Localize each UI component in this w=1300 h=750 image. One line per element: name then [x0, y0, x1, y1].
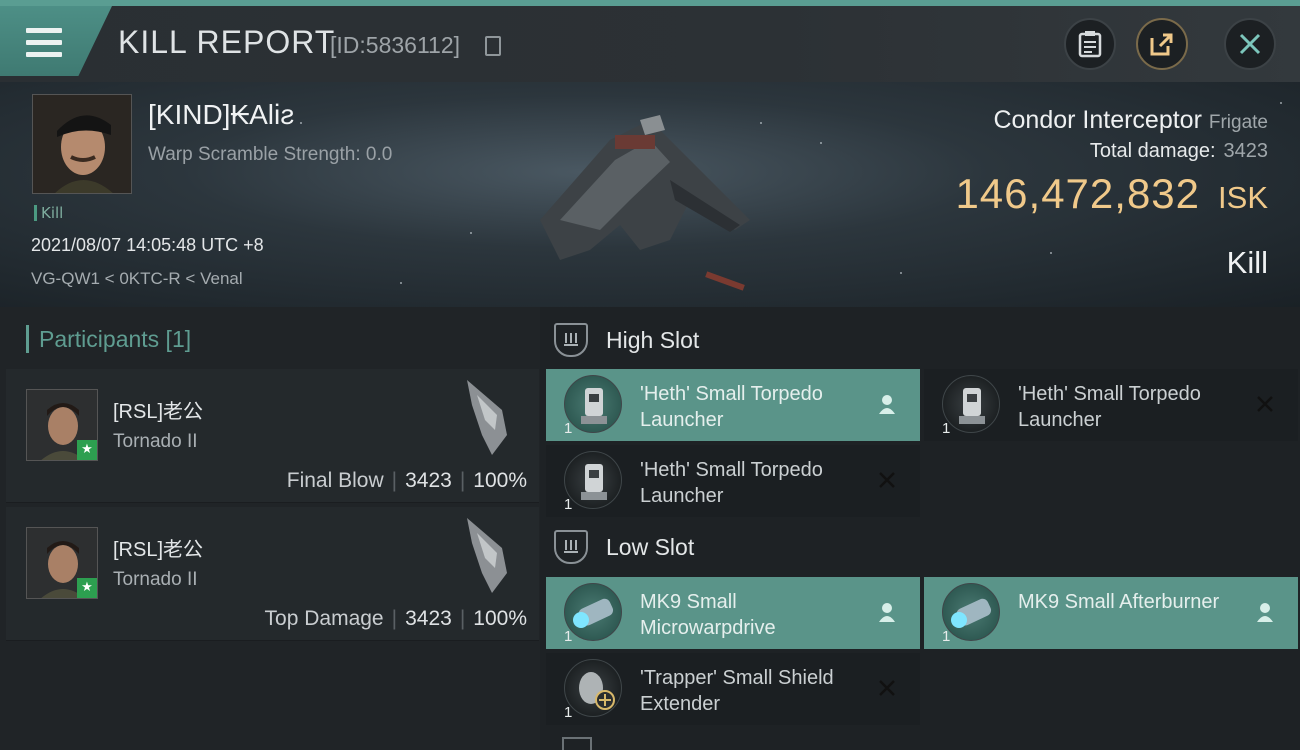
kill-type-tag: Kill — [34, 205, 63, 221]
close-icon — [1239, 33, 1261, 55]
page-title: KILL REPORT — [118, 24, 336, 60]
module-qty: 1 — [942, 628, 951, 645]
clipboard-button[interactable] — [1064, 18, 1116, 70]
participant-ship: Tornado II — [113, 431, 198, 452]
participant-name: [RSL]老公 — [113, 401, 204, 423]
module-name: 'Trapper' Small Shield Extender — [640, 667, 834, 715]
low-slot-label: Low Slot — [606, 533, 695, 560]
module-qty: 1 — [564, 704, 573, 721]
participant-card[interactable]: ★ [RSL]老公 Tornado II Final Blow | 3423 |… — [6, 369, 539, 503]
destroyed-x-icon — [876, 677, 898, 699]
isk-unit: ISK — [1218, 180, 1268, 215]
kill-id: [ID:5836112] — [330, 32, 461, 58]
destroyed-x-icon — [876, 469, 898, 491]
torpedo-launcher-icon — [942, 375, 1000, 433]
participant-stats: Final Blow | 3423 | 100% — [286, 469, 527, 492]
shield-extender-icon — [564, 659, 622, 717]
participants-panel: Participants [1] ★ [RSL]老公 Tornado II Fi… — [0, 307, 540, 750]
dropped-person-icon — [876, 393, 898, 415]
module-name: MK9 Small Microwarpdrive — [640, 591, 776, 639]
next-slot-icon — [562, 737, 592, 750]
low-slot-icon — [554, 530, 588, 564]
star-badge-icon: ★ — [77, 440, 97, 460]
module-slot[interactable]: 1 'Trapper' Small Shield Extender — [546, 653, 920, 725]
title-bar: KILL REPORT [ID:5836112] — [0, 0, 1300, 82]
warp-scramble-strength: Warp Scramble Strength: 0.0 — [148, 144, 393, 165]
kill-result: Kill — [1226, 245, 1268, 280]
participant-card[interactable]: ★ [RSL]老公 Tornado II Top Damage | 3423 |… — [6, 507, 539, 641]
module-name: MK9 Small Afterburner — [1018, 591, 1220, 613]
victim-ship: Condor Interceptor Frigate — [993, 106, 1268, 135]
high-slot-heading: High Slot — [554, 323, 699, 357]
total-damage-value: 3423 — [1223, 140, 1269, 162]
module-slot[interactable]: 1 'Heth' Small Torpedo Launcher — [546, 369, 920, 441]
hamburger-icon — [26, 28, 62, 57]
kill-location: VG-QW1 < 0KTC-R < Venal — [31, 269, 243, 288]
participant-portrait: ★ — [26, 527, 98, 599]
participant-ship-image — [467, 518, 507, 593]
torpedo-launcher-icon — [564, 375, 622, 433]
fitting-panel: High Slot 1 'Heth' Small Torpedo Launche… — [540, 307, 1300, 750]
module-qty: 1 — [564, 420, 573, 437]
torpedo-launcher-icon — [564, 451, 622, 509]
dropped-person-icon — [1254, 601, 1276, 623]
participant-ship: Tornado II — [113, 569, 198, 590]
participant-percent: 100% — [473, 469, 527, 492]
dropped-person-icon — [876, 601, 898, 623]
share-icon — [1150, 33, 1173, 56]
participant-stats: Top Damage | 3423 | 100% — [264, 607, 527, 630]
participant-percent: 100% — [473, 607, 527, 630]
participant-damage: 3423 — [405, 469, 452, 492]
high-slot-label: High Slot — [606, 326, 700, 353]
module-slot[interactable]: 1 'Heth' Small Torpedo Launcher — [546, 445, 920, 517]
participant-portrait: ★ — [26, 389, 98, 461]
module-name: 'Heth' Small Torpedo Launcher — [1018, 383, 1201, 431]
high-slot-icon — [554, 323, 588, 357]
afterburner-icon — [942, 583, 1000, 641]
ship-class: Frigate — [1208, 112, 1268, 133]
ship-name: Condor Interceptor — [993, 106, 1202, 134]
microwarpdrive-icon — [564, 583, 622, 641]
participant-name: [RSL]老公 — [113, 539, 204, 561]
star-badge-icon: ★ — [77, 578, 97, 598]
menu-button[interactable] — [0, 6, 112, 76]
destroyed-x-icon — [1254, 393, 1276, 415]
module-qty: 1 — [564, 628, 573, 645]
copy-id-icon[interactable] — [485, 36, 501, 56]
isk-amount: 146,472,832 — [955, 170, 1201, 217]
clipboard-icon — [1078, 31, 1102, 58]
participants-heading: Participants [1] — [26, 325, 191, 353]
module-qty: 1 — [942, 420, 951, 437]
participant-role: Final Blow — [286, 469, 384, 492]
kill-summary-banner: [KIND]₭Alіƨ Warp Scramble Strength: 0.0 … — [0, 82, 1300, 307]
module-slot[interactable]: 1 MK9 Small Microwarpdrive — [546, 577, 920, 649]
victim-ship-image — [540, 115, 750, 291]
victim-name: [KIND]₭Alіƨ — [148, 99, 295, 130]
total-damage-label: Total damage: — [1089, 140, 1216, 162]
total-damage: Total damage: 3423 — [1090, 140, 1268, 163]
isk-value: 146,472,832 ISK — [955, 170, 1268, 218]
participant-damage: 3423 — [405, 607, 452, 630]
module-slot[interactable]: 1 MK9 Small Afterburner — [924, 577, 1298, 649]
share-button[interactable] — [1136, 18, 1188, 70]
kill-datetime: 2021/08/07 14:05:48 UTC +8 — [31, 235, 264, 255]
low-slot-heading: Low Slot — [554, 530, 694, 564]
module-name: 'Heth' Small Torpedo Launcher — [640, 383, 823, 431]
victim-portrait[interactable] — [32, 94, 132, 194]
participant-ship-image — [467, 380, 507, 455]
module-name: 'Heth' Small Torpedo Launcher — [640, 459, 823, 507]
participant-role: Top Damage — [264, 607, 384, 630]
accent-line — [0, 0, 1300, 6]
module-qty: 1 — [564, 496, 573, 513]
module-slot[interactable]: 1 'Heth' Small Torpedo Launcher — [924, 369, 1298, 441]
close-button[interactable] — [1224, 18, 1276, 70]
